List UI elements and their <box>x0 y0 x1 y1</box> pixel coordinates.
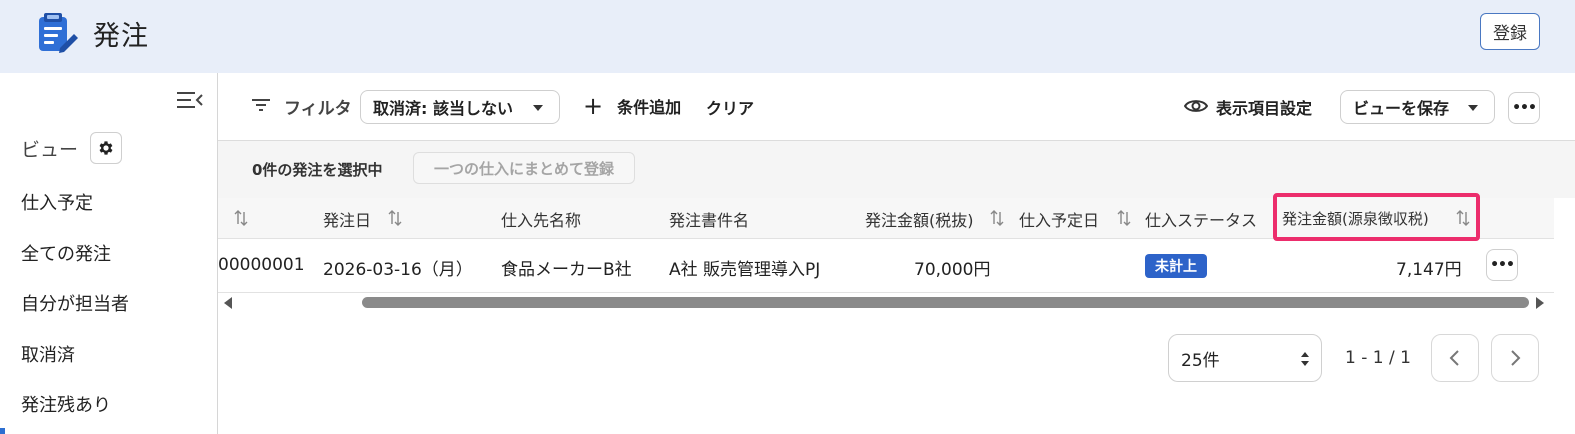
scrollbar-thumb[interactable] <box>362 297 1529 308</box>
add-condition-button[interactable]: + 条件追加 <box>583 94 681 118</box>
caret-down-icon <box>1468 105 1478 111</box>
row-more-button[interactable]: ••• <box>1486 249 1518 281</box>
filter-chip-label: 取消済: 該当しない <box>373 99 513 118</box>
sidebar-item-outstanding[interactable]: 発注残あり <box>21 391 111 417</box>
per-page-value: 25件 <box>1181 350 1220 371</box>
plus-icon: + <box>583 92 604 120</box>
app-header: 発注 登録 <box>0 0 1575 73</box>
column-header-supplier[interactable]: 仕入先名称 <box>501 207 581 231</box>
filter-chip-cancelled[interactable]: 取消済: 該当しない <box>360 90 560 124</box>
bulk-register-button[interactable]: 一つの仕入にまとめて登録 <box>413 152 635 184</box>
page-info: 1 - 1 / 1 <box>1345 348 1411 368</box>
scroll-right-icon[interactable] <box>1536 297 1544 309</box>
clipboard-edit-icon <box>39 13 78 53</box>
sidebar-item-cancelled[interactable]: 取消済 <box>21 341 75 367</box>
cell-order-date: 2026-03-16（月） <box>323 260 473 280</box>
toolbar: フィルタ 取消済: 該当しない + 条件追加 クリア 表示項目設定 ビューを保存… <box>218 73 1575 141</box>
column-header-status[interactable]: 仕入ステータス <box>1145 207 1257 231</box>
caret-down-icon <box>533 105 543 111</box>
cell-amount: 70,000円 <box>914 260 991 280</box>
column-header-planned-date[interactable]: 仕入予定日 <box>1019 207 1099 231</box>
table-row[interactable]: 00000001 2026-03-16（月） 食品メーカーB社 A社 販売管理導… <box>218 239 1554 293</box>
cell-withholding: 7,147円 <box>1396 260 1462 280</box>
eye-icon <box>1184 100 1208 112</box>
filter-icon <box>252 99 270 111</box>
more-icon: ••• <box>1490 257 1515 273</box>
highlight-box <box>1273 193 1480 241</box>
register-button[interactable]: 登録 <box>1480 13 1540 50</box>
column-header-amount[interactable]: 発注金額(税抜) <box>865 207 974 231</box>
cell-supplier: 食品メーカーB社 <box>501 260 632 280</box>
cell-order-id: 00000001 <box>218 255 305 275</box>
sidebar-item-my-orders[interactable]: 自分が担当者 <box>21 290 129 316</box>
save-view-dropdown[interactable]: ビューを保存 <box>1340 90 1495 124</box>
column-header-order-date[interactable]: 発注日 <box>323 207 371 231</box>
sidebar: ビュー 仕入予定 全ての発注 自分が担当者 取消済 発注残あり <box>0 73 218 434</box>
active-indicator <box>0 428 5 434</box>
view-settings-button[interactable] <box>90 132 122 164</box>
add-condition-label: 条件追加 <box>617 98 682 117</box>
page-title: 発注 <box>93 21 149 52</box>
selection-count: 0件の発注を選択中 <box>252 161 383 179</box>
clear-button[interactable]: クリア <box>706 95 754 119</box>
prev-page-button[interactable] <box>1431 334 1479 382</box>
sort-icon[interactable] <box>990 210 1004 226</box>
cell-subject: A社 販売管理導入PJ <box>669 260 821 280</box>
horizontal-scrollbar[interactable] <box>218 293 1554 313</box>
filter-label[interactable]: フィルタ <box>284 94 352 119</box>
status-badge: 未計上 <box>1145 254 1207 278</box>
display-settings-button[interactable]: 表示項目設定 <box>1216 95 1312 119</box>
updown-icon <box>1301 352 1309 366</box>
save-view-label: ビューを保存 <box>1353 99 1450 118</box>
next-page-button[interactable] <box>1491 334 1539 382</box>
per-page-select[interactable]: 25件 <box>1168 334 1322 382</box>
collapse-sidebar-icon[interactable] <box>176 89 204 111</box>
sort-icon[interactable] <box>1117 210 1131 226</box>
sidebar-item-all-orders[interactable]: 全ての発注 <box>21 240 111 266</box>
view-label: ビュー <box>21 139 79 161</box>
chevron-left-icon <box>1449 350 1459 366</box>
selection-bar: 0件の発注を選択中 一つの仕入にまとめて登録 <box>218 141 1575 198</box>
more-icon: ••• <box>1512 100 1537 116</box>
sort-icon[interactable] <box>234 210 248 226</box>
chevron-right-icon <box>1511 350 1521 366</box>
scroll-left-icon[interactable] <box>224 297 232 309</box>
sidebar-item-planned-purchase[interactable]: 仕入予定 <box>21 189 93 215</box>
gear-icon <box>99 141 113 155</box>
sort-icon[interactable] <box>388 210 402 226</box>
column-header-subject[interactable]: 発注書件名 <box>669 207 749 231</box>
more-options-button[interactable]: ••• <box>1508 92 1540 124</box>
